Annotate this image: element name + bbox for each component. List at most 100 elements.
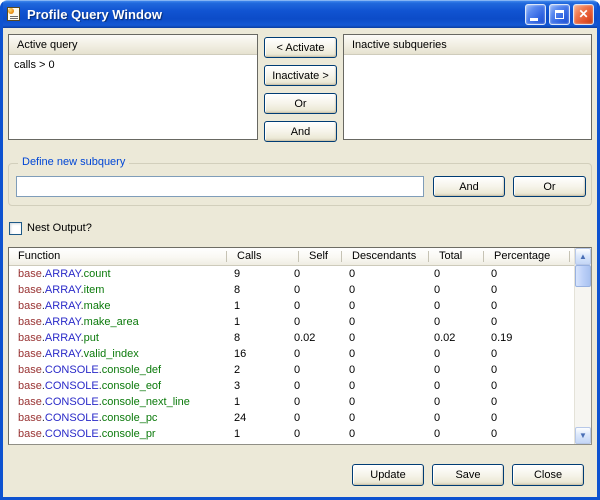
total-cell: 0 — [426, 379, 483, 395]
calls-cell: 24 — [226, 411, 286, 427]
total-cell: 0 — [426, 315, 483, 331]
activate-button[interactable]: < Activate — [264, 37, 337, 58]
percentage-cell: 0 — [483, 283, 574, 299]
self-cell: 0 — [286, 283, 341, 299]
calls-cell: 1 — [226, 299, 286, 315]
percentage-cell: 0 — [483, 299, 574, 315]
percentage-cell: 0 — [483, 395, 574, 411]
subquery-and-button[interactable]: And — [433, 176, 505, 197]
nest-output-checkbox — [9, 222, 22, 235]
calls-cell: 3 — [226, 379, 286, 395]
function-cell: base.ARRAY.item — [9, 283, 226, 299]
total-cell: 0 — [426, 427, 483, 443]
percentage-cell: 0 — [483, 347, 574, 363]
maximize-button[interactable] — [549, 4, 570, 25]
table-row[interactable]: base.ARRAY.valid_index 16 0 0 0 0 — [9, 347, 574, 363]
total-cell: 0 — [426, 363, 483, 379]
table-row[interactable]: base.CONSOLE.console_def 2 0 0 0 0 — [9, 363, 574, 379]
calls-cell: 8 — [226, 283, 286, 299]
table-row[interactable]: base.ARRAY.make 1 0 0 0 0 — [9, 299, 574, 315]
self-cell: 0 — [286, 299, 341, 315]
percentage-cell: 0 — [483, 411, 574, 427]
function-cell: base.CONSOLE.console_def — [9, 363, 226, 379]
descendants-cell: 0 — [341, 283, 426, 299]
calls-cell: 16 — [226, 347, 286, 363]
descendants-cell: 0 — [341, 379, 426, 395]
calls-cell: 9 — [226, 267, 286, 283]
update-button[interactable]: Update — [352, 464, 424, 486]
table-body: base.ARRAY.count 9 0 0 0 0 base.ARRAY.it… — [9, 267, 574, 444]
descendants-cell: 0 — [341, 267, 426, 283]
table-row[interactable]: base.CONSOLE.console_eof 3 0 0 0 0 — [9, 379, 574, 395]
inactive-subqueries-header: Inactive subqueries — [344, 35, 591, 55]
table-row[interactable]: base.ARRAY.put 8 0.02 0 0.02 0.19 — [9, 331, 574, 347]
table-row[interactable]: base.ARRAY.item 8 0 0 0 0 — [9, 283, 574, 299]
app-icon[interactable] — [6, 6, 22, 22]
function-cell: base.ARRAY.make_area — [9, 315, 226, 331]
table-row[interactable]: base.CONSOLE.console_next_line 1 0 0 0 0 — [9, 395, 574, 411]
percentage-cell: 0 — [483, 427, 574, 443]
table-row[interactable]: base.CONSOLE.console_pr 1 0 0 0 0 — [9, 427, 574, 443]
function-cell: base.CONSOLE.console_pc — [9, 411, 226, 427]
scroll-up-button[interactable]: ▲ — [575, 248, 591, 265]
profile-query-window: Profile Query Window ✕ Active query call… — [0, 0, 600, 500]
subquery-or-button[interactable]: Or — [513, 176, 586, 197]
save-button[interactable]: Save — [432, 464, 504, 486]
descendants-cell: 0 — [341, 347, 426, 363]
profile-results-table: Function Calls Self Descendants Total Pe… — [8, 247, 592, 445]
subquery-input[interactable] — [16, 176, 424, 197]
and-combine-button[interactable]: And — [264, 121, 337, 142]
window-controls: ✕ — [525, 4, 594, 25]
function-cell: base.CONSOLE.console_pr — [9, 427, 226, 443]
define-subquery-label: Define new subquery — [18, 156, 129, 168]
close-dialog-button[interactable]: Close — [512, 464, 584, 486]
column-header-total[interactable]: Total — [428, 248, 483, 265]
total-cell: 0 — [426, 395, 483, 411]
maximize-icon — [555, 10, 564, 19]
column-header-function[interactable]: Function — [9, 248, 226, 265]
scrollbar-thumb[interactable] — [575, 265, 591, 287]
function-cell: base.ARRAY.valid_index — [9, 347, 226, 363]
total-cell: 0 — [426, 283, 483, 299]
descendants-cell: 0 — [341, 363, 426, 379]
self-cell: 0 — [286, 315, 341, 331]
close-icon: ✕ — [578, 8, 588, 20]
column-header-percentage[interactable]: Percentage — [483, 248, 569, 265]
percentage-cell: 0 — [483, 315, 574, 331]
self-cell: 0 — [286, 379, 341, 395]
query-list-item[interactable]: calls > 0 — [9, 56, 257, 72]
close-button[interactable]: ✕ — [573, 4, 594, 25]
table-row[interactable]: base.ARRAY.count 9 0 0 0 0 — [9, 267, 574, 283]
column-header-descendants[interactable]: Descendants — [341, 248, 428, 265]
column-header-calls[interactable]: Calls — [226, 248, 298, 265]
table-row[interactable]: base.CONSOLE.console_pc 24 0 0 0 0 — [9, 411, 574, 427]
app-icon-line — [10, 18, 18, 19]
calls-cell: 2 — [226, 363, 286, 379]
active-query-list[interactable]: calls > 0 — [9, 56, 257, 139]
nest-output-row[interactable]: Nest Output? — [9, 221, 92, 235]
scroll-down-button[interactable]: ▼ — [575, 427, 591, 444]
table-header-row: Function Calls Self Descendants Total Pe… — [9, 248, 574, 266]
self-cell: 0 — [286, 347, 341, 363]
percentage-cell: 0 — [483, 379, 574, 395]
active-query-header: Active query — [9, 35, 257, 55]
function-cell: base.ARRAY.make — [9, 299, 226, 315]
minimize-button[interactable] — [525, 4, 546, 25]
app-icon-line — [10, 16, 18, 17]
vertical-scrollbar[interactable]: ▲ ▼ — [574, 248, 591, 444]
inactivate-button[interactable]: Inactivate > — [264, 65, 337, 86]
app-icon-ball — [8, 8, 14, 14]
self-cell: 0 — [286, 267, 341, 283]
calls-cell: 8 — [226, 331, 286, 347]
calls-cell: 1 — [226, 395, 286, 411]
descendants-cell: 0 — [341, 331, 426, 347]
total-cell: 0 — [426, 411, 483, 427]
inactive-subqueries-list[interactable] — [344, 56, 591, 139]
scroll-up-icon: ▲ — [579, 253, 587, 261]
or-combine-button[interactable]: Or — [264, 93, 337, 114]
table-row[interactable]: base.ARRAY.make_area 1 0 0 0 0 — [9, 315, 574, 331]
self-cell: 0 — [286, 411, 341, 427]
titlebar[interactable]: Profile Query Window ✕ — [0, 0, 600, 28]
column-header-self[interactable]: Self — [298, 248, 341, 265]
self-cell: 0.02 — [286, 331, 341, 347]
